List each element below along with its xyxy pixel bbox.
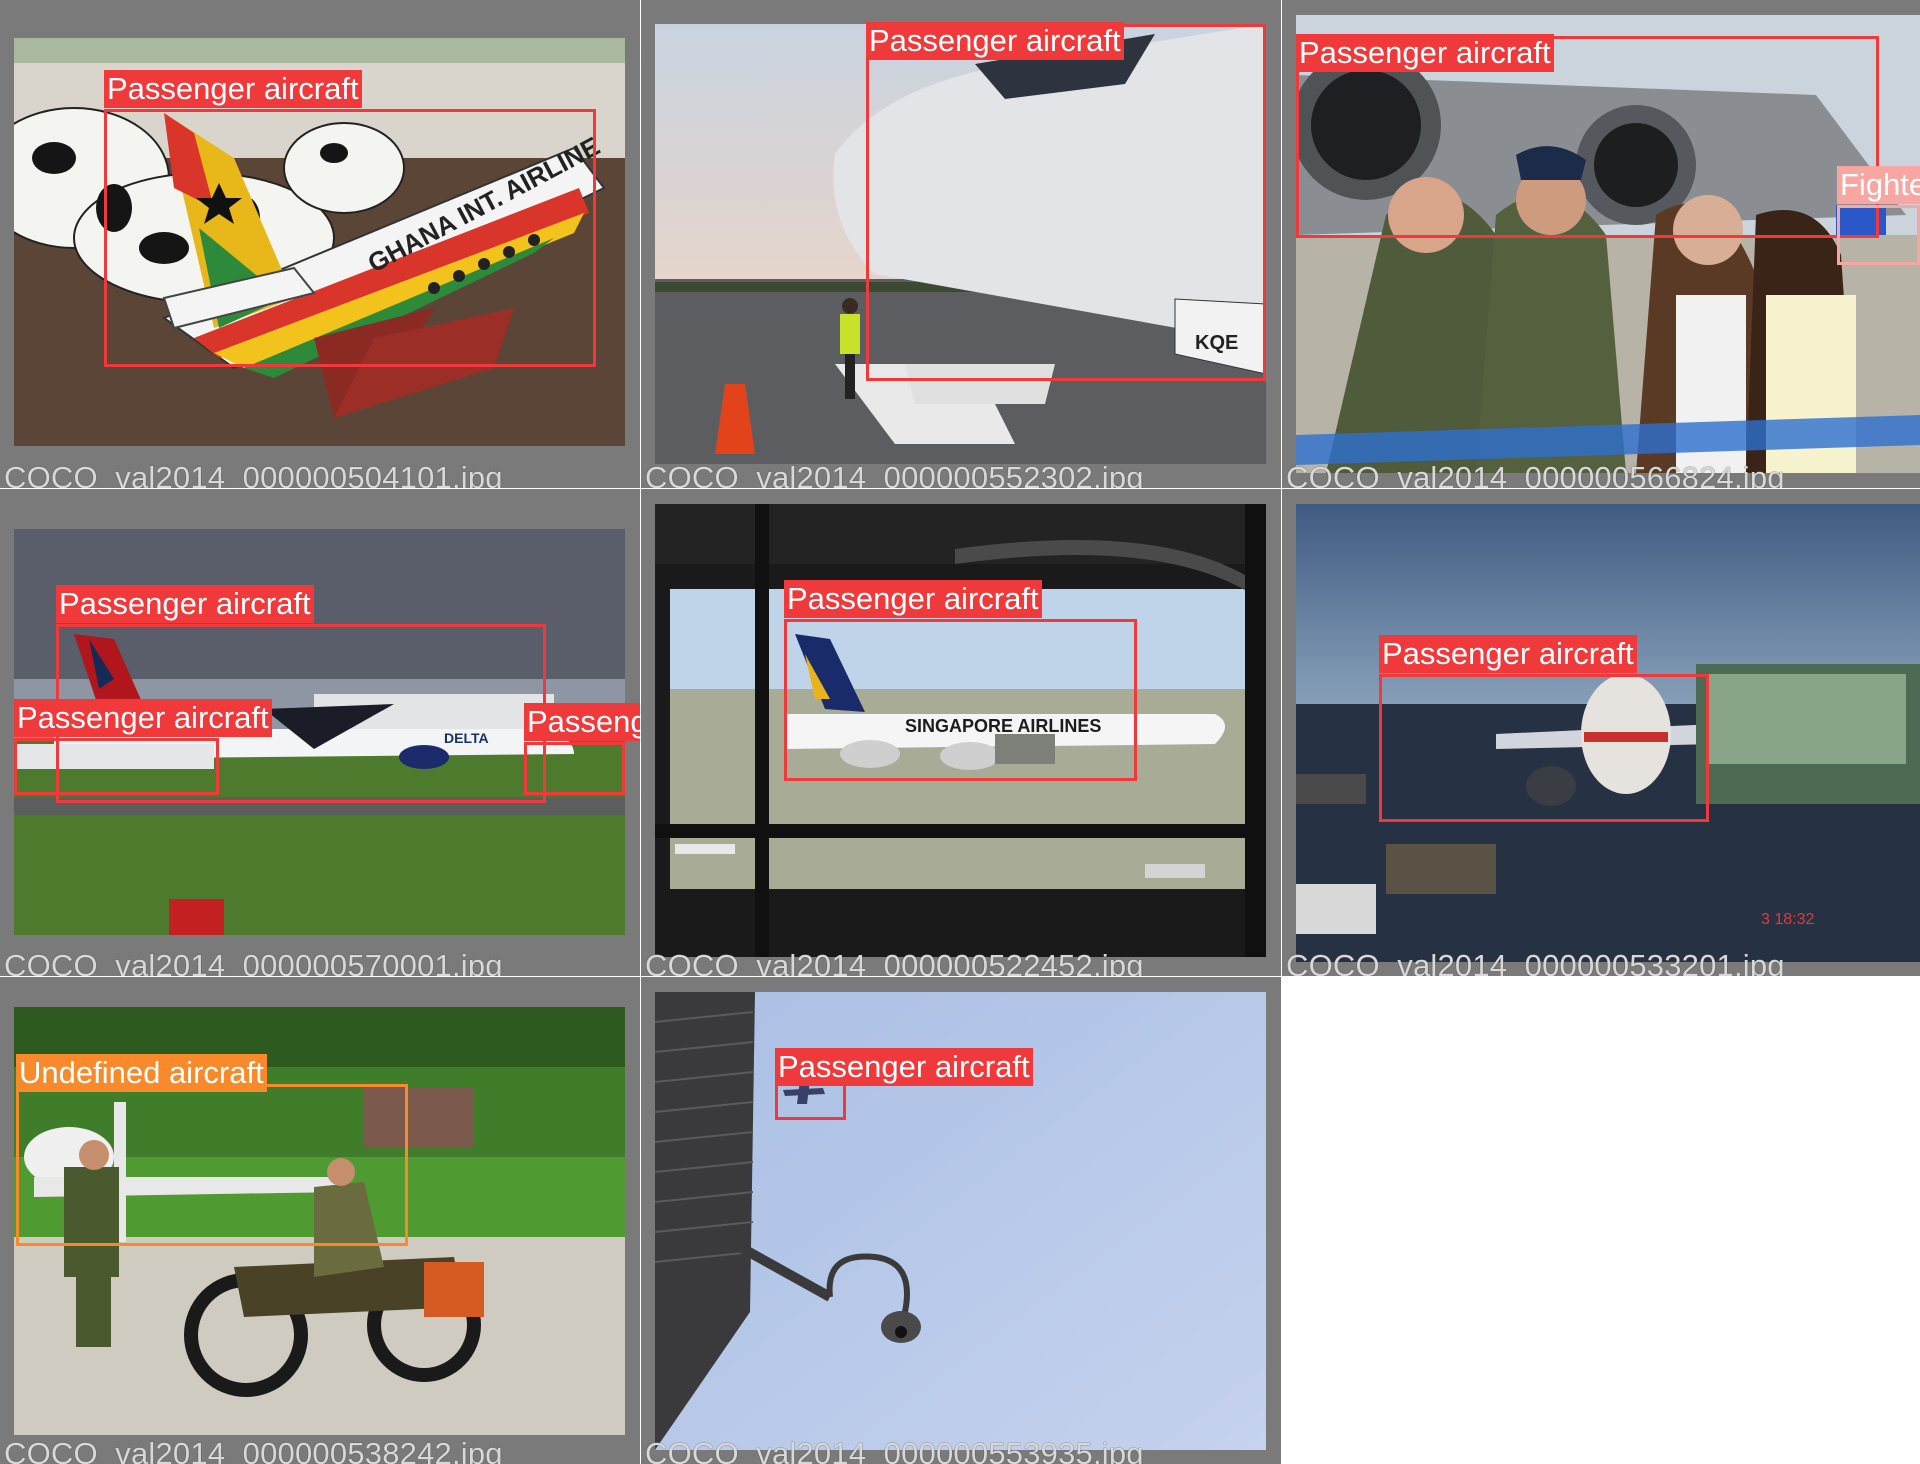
detection-label: Passenger aircraft	[14, 699, 272, 737]
image-filename: COCO_val2014_000000522452.jpg	[645, 948, 1144, 976]
image-tile[interactable]: Passenger aircraft COCO_val2014_00000055…	[641, 977, 1281, 1464]
detection-box	[866, 24, 1266, 381]
image-tile[interactable]: Undefined aircraft COCO_val2014_00000053…	[0, 977, 640, 1464]
image-filename: COCO_val2014_000000552302.jpg	[645, 460, 1144, 488]
image-tile[interactable]: KQE Passenger aircraft COCO_val2014_0000…	[641, 0, 1281, 488]
detection-box	[524, 742, 625, 795]
detection-label: Passenger aircraft	[1379, 635, 1637, 673]
detection-box	[14, 738, 219, 795]
detection-box	[1837, 205, 1920, 265]
image-tile[interactable]: DELTA Passenger aircraft Passenger aircr…	[0, 489, 640, 976]
detection-label: Undefined aircraft	[16, 1054, 267, 1092]
detection-box	[784, 619, 1137, 781]
detection-label: Fighte	[1837, 166, 1920, 204]
image-tile[interactable]: GHANA INT. AIRLINE Passenger aircraft CO…	[0, 0, 640, 488]
image-filename: COCO_val2014_000000538242.jpg	[4, 1436, 503, 1464]
photo-timestamp: 3 18:32	[1761, 911, 1814, 928]
detection-label: Passenger aircraft	[784, 580, 1042, 618]
detection-label: Passenger aircraft	[775, 1048, 1033, 1086]
image-filename: COCO_val2014_000000533201.jpg	[1286, 948, 1785, 976]
detection-label: Passenger aircraft	[866, 22, 1124, 60]
detection-label: Passenger aircraf	[524, 703, 640, 741]
detection-label: Passenger aircraft	[56, 585, 314, 623]
image-tile[interactable]: SINGAPORE AIRLINES Passenger aircraft CO…	[641, 489, 1281, 976]
image-filename: COCO_val2014_000000504101.jpg	[4, 460, 503, 488]
detection-label: Passenger aircraft	[104, 70, 362, 108]
image-filename: COCO_val2014_000000570001.jpg	[4, 948, 503, 976]
image-tile[interactable]: Passenger aircraft Fighte COCO_val2014_0…	[1282, 0, 1920, 488]
detection-label: Passenger aircraft	[1296, 34, 1554, 72]
detection-box	[104, 109, 596, 367]
detection-box	[1379, 674, 1709, 822]
image-tile[interactable]: 3 18:32 Passenger aircraft COCO_val2014_…	[1282, 489, 1920, 976]
detection-box	[16, 1084, 408, 1246]
image-filename: COCO_val2014_000000566824.jpg	[1286, 460, 1785, 488]
detection-results-grid: GHANA INT. AIRLINE Passenger aircraft CO…	[0, 0, 1920, 1464]
image-filename: COCO_val2014_000000553935.jpg	[645, 1436, 1144, 1464]
